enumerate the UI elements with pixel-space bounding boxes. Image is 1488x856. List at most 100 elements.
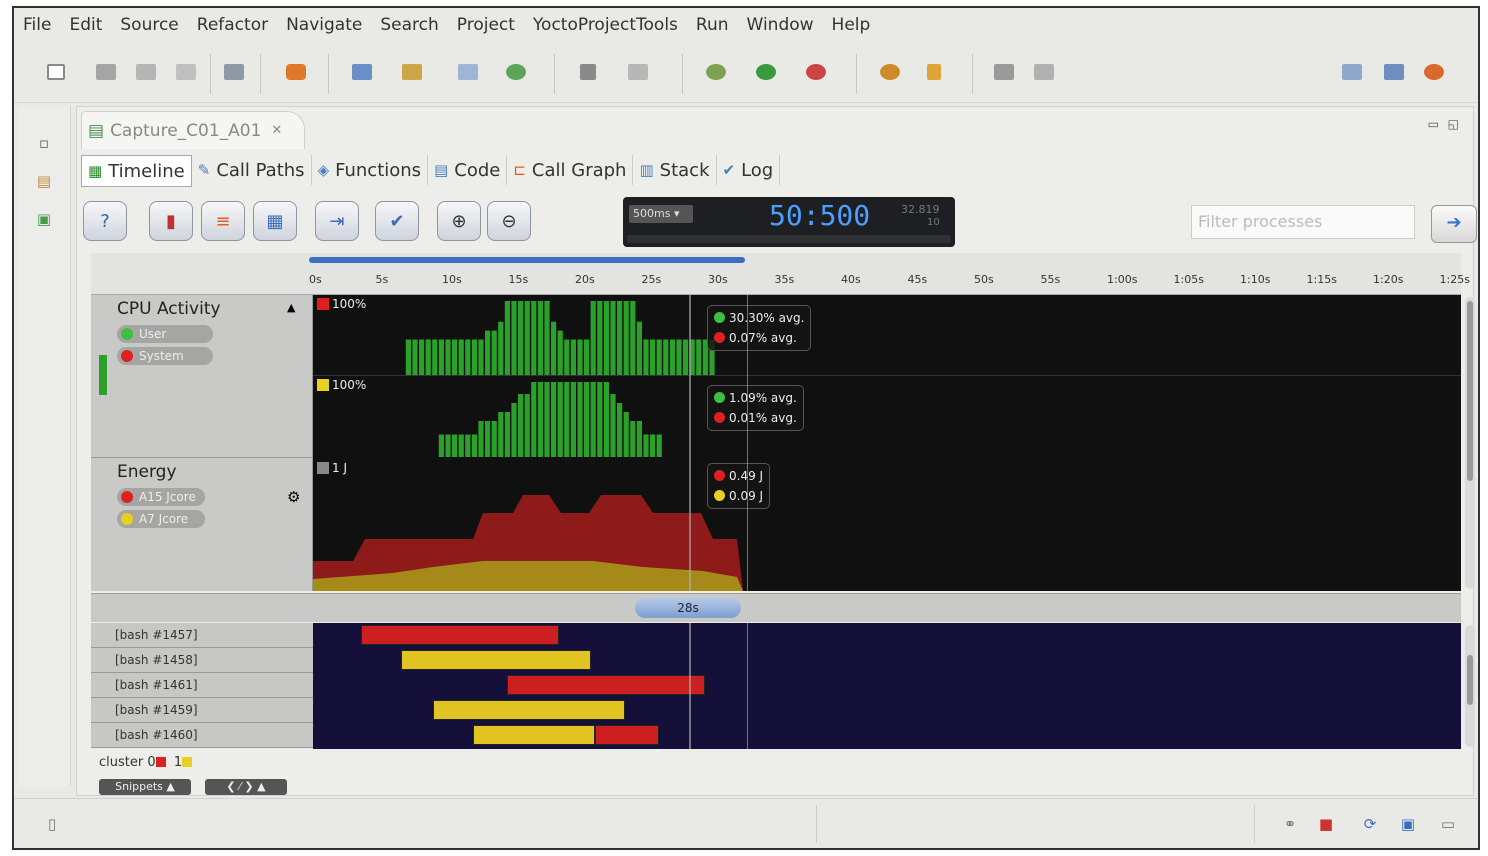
link-icon[interactable]: ⚭ [1280, 815, 1300, 835]
snippet-nav-button[interactable]: ❮ ⁄ ❯ ▲ [205, 779, 287, 795]
help-button[interactable]: ? [83, 201, 127, 241]
save-all-icon[interactable] [132, 60, 160, 84]
minimize-icon[interactable]: ▭ [1428, 117, 1439, 131]
cpu-activity-graph[interactable]: 100% 100% 30.30% avg. 0.07% avg. 1.09% a… [313, 295, 1461, 457]
process-gantt[interactable] [313, 623, 1461, 749]
process-row[interactable]: [bash #1461] [91, 673, 313, 698]
interval-select[interactable]: 500ms ▾ [629, 205, 693, 223]
cpu-bar [570, 382, 576, 457]
tab-functions[interactable]: ◈ Functions [312, 155, 429, 185]
pencil-icon[interactable] [920, 60, 948, 84]
external-tools-icon[interactable] [802, 60, 830, 84]
save-icon[interactable] [92, 60, 120, 84]
gantt-bar[interactable] [473, 725, 595, 745]
monitor-icon[interactable]: ▣ [1398, 815, 1418, 835]
grid-icon[interactable] [624, 60, 652, 84]
open-folder-icon[interactable] [398, 60, 426, 84]
annotate-button[interactable]: ✔ [375, 201, 419, 241]
range-thumb[interactable]: 28s [635, 598, 741, 618]
debug-bug-icon[interactable] [702, 60, 730, 84]
tab-call-graph[interactable]: ⊏ Call Graph [507, 155, 634, 185]
gantt-bar[interactable] [433, 700, 625, 720]
gantt-bar[interactable] [361, 625, 559, 645]
bookmark-button[interactable]: ▮ [149, 201, 193, 241]
export-button[interactable]: ➔ [1431, 205, 1477, 243]
tab-stack[interactable]: ▥ Stack [633, 155, 717, 185]
energy-graph[interactable]: 1 J 0.49 J 0.09 J [313, 457, 1461, 591]
restore-icon[interactable]: ▫ [34, 134, 54, 154]
gantt-bar[interactable] [401, 650, 591, 670]
perspective-profiler-icon[interactable] [1420, 60, 1448, 84]
legend-a7[interactable]: A7 Jcore [117, 510, 205, 528]
new-wizard-icon[interactable] [42, 60, 70, 84]
settings-gear-icon[interactable]: ⚙ [287, 488, 300, 506]
tab-log[interactable]: ✔ Log [717, 155, 781, 185]
sync-icon[interactable]: ⟳ [1360, 815, 1380, 835]
new-file-icon[interactable] [454, 60, 482, 84]
print-icon[interactable] [172, 60, 200, 84]
cpu-bar [603, 382, 609, 457]
legend-system[interactable]: System [117, 347, 213, 365]
perspective-debug-icon[interactable] [1380, 60, 1408, 84]
selection-range[interactable] [309, 257, 745, 263]
stop-icon[interactable]: ■ [1316, 815, 1336, 835]
process-row[interactable]: [bash #1459] [91, 698, 313, 723]
run-icon[interactable] [752, 60, 780, 84]
gantt-bar[interactable] [595, 725, 659, 745]
outline-icon[interactable]: ▣ [34, 210, 54, 230]
fast-view-icon[interactable]: ▯ [42, 815, 62, 835]
menu-source[interactable]: Source [111, 15, 187, 35]
gantt-bar[interactable] [507, 675, 705, 695]
menu-yoctoprojecttools[interactable]: YoctoProjectTools [524, 15, 687, 35]
menu-run[interactable]: Run [687, 15, 738, 35]
tab-timeline[interactable]: ▦ Timeline [81, 155, 192, 187]
panel-alt-icon[interactable] [1030, 60, 1058, 84]
process-row[interactable]: [bash #1460] [91, 723, 313, 748]
hammer-icon[interactable] [574, 60, 602, 84]
menu-refactor[interactable]: Refactor [188, 15, 277, 35]
process-row[interactable]: [bash #1457] [91, 623, 313, 648]
rss-icon[interactable] [282, 60, 310, 84]
close-tab-icon[interactable]: ✕ [271, 123, 282, 138]
open-project-icon[interactable] [348, 60, 376, 84]
menu-window[interactable]: Window [738, 15, 823, 35]
cpu-bar [630, 301, 636, 375]
menu-navigate[interactable]: Navigate [277, 15, 371, 35]
splitter[interactable]: 28s [91, 593, 1461, 622]
cpu-bar [636, 421, 642, 457]
legend-user[interactable]: User [117, 325, 213, 343]
menu-help[interactable]: Help [823, 15, 880, 35]
process-scrollbar[interactable] [1465, 625, 1475, 747]
cpu-core2-lane: 100% [313, 376, 1461, 457]
process-row[interactable]: [bash #1458] [91, 648, 313, 673]
perspective-icon[interactable] [1338, 60, 1366, 84]
refresh-icon[interactable] [502, 60, 530, 84]
zoom-out-button[interactable]: ⊖ [487, 201, 531, 241]
properties-icon[interactable] [220, 60, 248, 84]
zoom-in-button[interactable]: ⊕ [437, 201, 481, 241]
window-icon[interactable]: ▭ [1438, 815, 1458, 835]
cpu-bar [597, 301, 603, 375]
collapse-arrow-icon[interactable]: ▲ [287, 301, 295, 314]
time-ruler[interactable]: 0s 5s 10s 15s 20s 25s 30s 35s 40s 45s 50s 55s 1:00s 1… [91, 253, 1470, 295]
menu-edit[interactable]: Edit [60, 15, 111, 35]
menu-search[interactable]: Search [371, 15, 447, 35]
filter-processes-input[interactable]: Filter processes [1191, 205, 1415, 239]
panel-icon[interactable] [990, 60, 1018, 84]
menu-file[interactable]: File [14, 15, 60, 35]
cpu-core1-lane: 100% [313, 295, 1461, 376]
heatmap-button[interactable]: ≡ [201, 201, 245, 241]
menu-project[interactable]: Project [448, 15, 524, 35]
legend-a15[interactable]: A15 Jcore [117, 488, 205, 506]
maximize-icon[interactable]: ◱ [1448, 117, 1459, 131]
editor-tab-capture[interactable]: ▤ Capture_C01_A01 ✕ [81, 111, 305, 149]
profile-icon[interactable] [876, 60, 904, 84]
playhead[interactable] [689, 295, 691, 457]
tab-call-paths[interactable]: ✎ Call Paths [192, 155, 312, 185]
vertical-scrollbar[interactable] [1465, 297, 1475, 589]
snippets-button[interactable]: Snippets ▲ [99, 779, 191, 795]
collapse-button[interactable]: ⇥ [315, 201, 359, 241]
color-mode-button[interactable]: ▦ [253, 201, 297, 241]
package-explorer-icon[interactable]: ▤ [34, 172, 54, 192]
tab-code[interactable]: ▤ Code [428, 155, 508, 185]
